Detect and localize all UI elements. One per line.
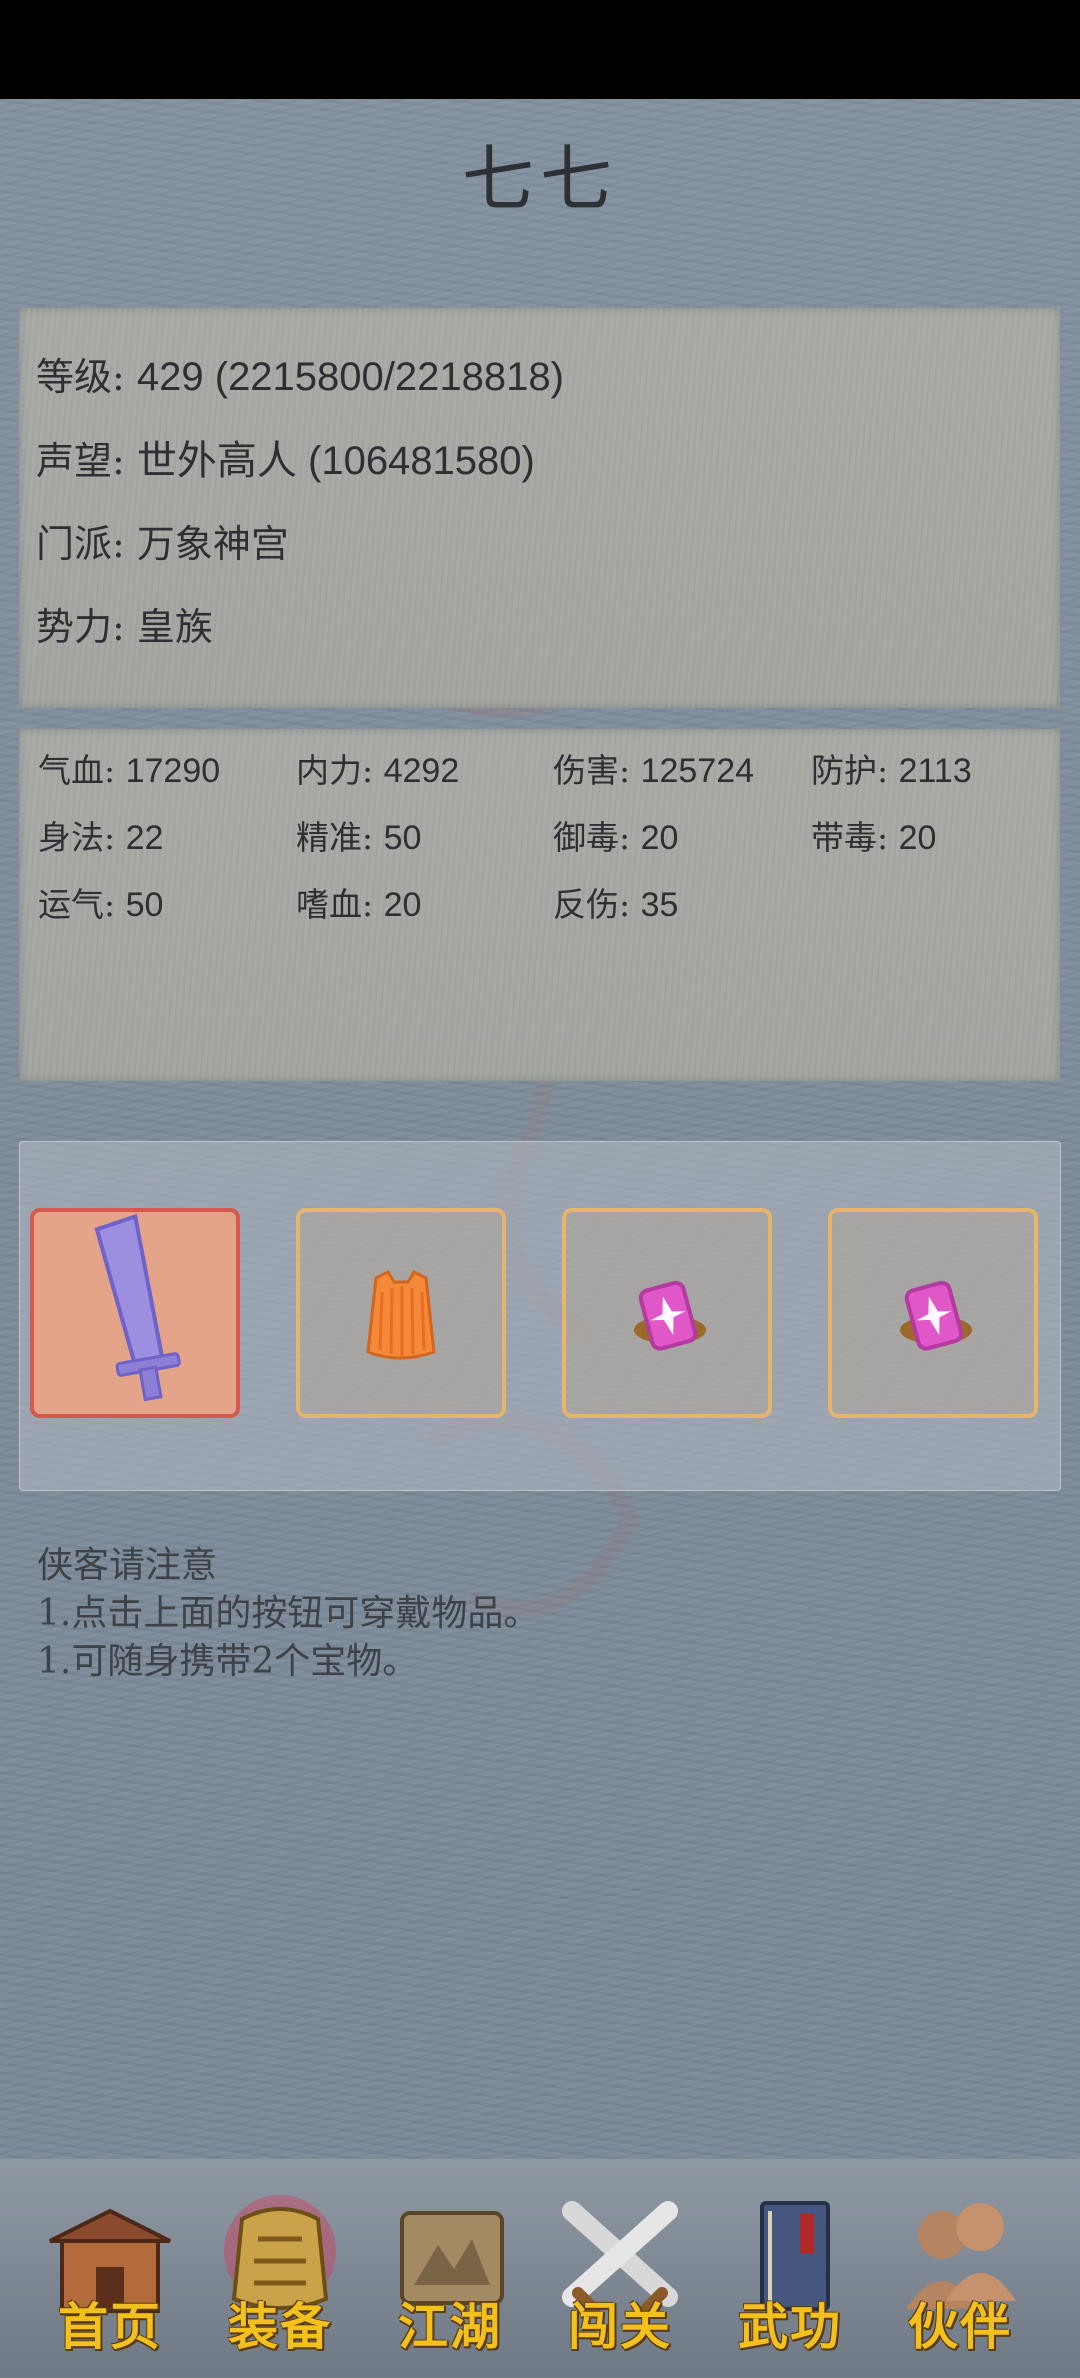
stat-poison-resist: 御毒: 20: [553, 818, 679, 857]
nav-equipment[interactable]: 装备: [200, 2189, 360, 2359]
stat-lifesteal: 嗜血: 20: [296, 885, 422, 924]
level-row: 等级: 429 (2215800/2218818): [36, 346, 564, 401]
stat-hp: 气血: 17290: [38, 751, 221, 790]
gem-treasure-icon: [900, 1280, 972, 1351]
faction-label: 势力:: [36, 605, 137, 649]
faction-value: 皇族: [136, 605, 213, 649]
notice-title: 侠客请注意: [37, 1545, 218, 1586]
nav-challenge-label: 闯关: [568, 2297, 672, 2356]
sword-icon: [94, 1213, 181, 1402]
level-value: 429 (2215800/2218818): [136, 355, 564, 399]
nav-challenge[interactable]: 闯关: [540, 2189, 700, 2359]
equip-slot-weapon[interactable]: [30, 1208, 240, 1418]
sect-label: 门派:: [36, 522, 137, 566]
faction-row: 势力: 皇族: [36, 596, 213, 651]
fame-value: 世外高人 (106481580): [136, 439, 535, 483]
robe-icon: [366, 1270, 436, 1360]
stat-mp: 内力: 4292: [296, 751, 460, 790]
stat-luck: 运气: 50: [38, 885, 164, 924]
character-info-panel: 等级: 429 (2215800/2218818) 声望: 世外高人 (1064…: [19, 308, 1060, 708]
fame-label: 声望:: [36, 439, 137, 483]
stat-reflect: 反伤: 35: [553, 885, 679, 924]
stat-damage: 伤害: 125724: [553, 751, 755, 790]
nav-jianghu-label: 江湖: [398, 2297, 502, 2356]
stat-poison: 带毒: 20: [811, 818, 937, 857]
level-label: 等级:: [36, 355, 137, 399]
equip-slot-armor[interactable]: [296, 1208, 506, 1418]
nav-equipment-label: 装备: [228, 2297, 332, 2356]
nav-martial-arts[interactable]: 武功: [710, 2189, 870, 2359]
nav-martial-arts-label: 武功: [738, 2297, 842, 2356]
notice-line-2: 1.可随身携带2个宝物。: [37, 1641, 419, 1682]
nav-companions-label: 伙伴: [908, 2297, 1012, 2356]
notice-text: 侠客请注意 1.点击上面的按钮可穿戴物品。 1.可随身携带2个宝物。: [37, 1542, 539, 1686]
notice-line-1: 1.点击上面的按钮可穿戴物品。: [37, 1593, 540, 1634]
equip-slot-treasure-1[interactable]: [562, 1208, 772, 1418]
gem-treasure-icon: [634, 1280, 706, 1351]
attribute-stats-panel: 气血: 17290 内力: 4292 伤害: 125724 防护: 2113 身…: [19, 729, 1060, 1081]
equipment-slots-panel: [19, 1141, 1061, 1491]
stat-accuracy: 精准: 50: [296, 818, 422, 857]
nav-jianghu[interactable]: 江湖: [370, 2189, 530, 2359]
stat-agility: 身法: 22: [38, 818, 164, 857]
nav-home-label: 首页: [58, 2297, 162, 2356]
sect-value: 万象神宫: [136, 522, 289, 566]
nav-companions[interactable]: 伙伴: [880, 2189, 1040, 2359]
fame-row: 声望: 世外高人 (106481580): [36, 428, 535, 486]
sect-row: 门派: 万象神宫: [36, 513, 289, 568]
character-name: 七七: [461, 137, 618, 221]
status-bar: [0, 0, 1080, 99]
stat-defense: 防护: 2113: [811, 751, 972, 790]
nav-home[interactable]: 首页: [30, 2189, 190, 2359]
equip-slot-treasure-2[interactable]: [828, 1208, 1038, 1418]
bottom-nav: 首页 装备 江湖 闯关 武功 伙伴: [0, 2159, 1080, 2378]
